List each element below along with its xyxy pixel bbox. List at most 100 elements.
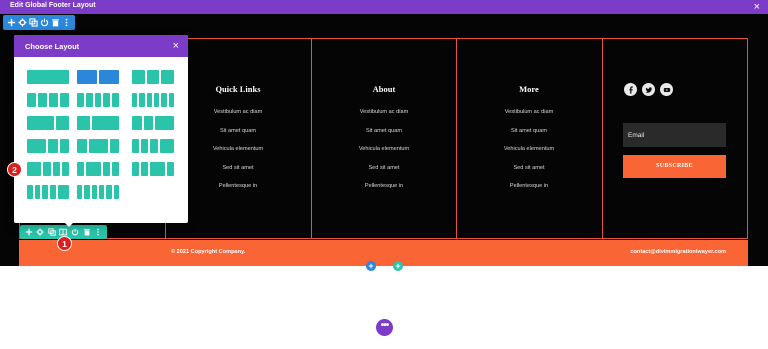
layout-column-block <box>112 93 119 107</box>
section-toolbar <box>3 15 75 30</box>
layout-column-block <box>161 93 167 107</box>
layout-column-block <box>146 93 152 107</box>
footer-link[interactable]: Sed sit amet <box>456 165 602 171</box>
footer-link[interactable]: Sit amet quam <box>311 128 457 134</box>
add-section-button[interactable]: + <box>366 261 376 271</box>
layout-option[interactable] <box>27 162 69 176</box>
layout-column-block <box>132 70 145 84</box>
more-vertical-icon[interactable] <box>94 228 103 237</box>
contact-email-link[interactable]: contact@divimmigrationlwayer.com <box>630 249 726 255</box>
layout-column-block <box>84 185 90 199</box>
plus-icon[interactable] <box>24 228 33 237</box>
add-row-button[interactable]: + <box>393 261 403 271</box>
modal-pointer <box>64 222 74 227</box>
choose-layout-modal: Choose Layout × <box>14 35 188 223</box>
column-title-more: More <box>519 84 539 94</box>
youtube-icon[interactable] <box>660 83 673 96</box>
gear-icon[interactable] <box>36 228 45 237</box>
layout-column-block <box>48 139 58 153</box>
layout-option[interactable] <box>77 116 119 130</box>
layout-column-block <box>159 139 174 153</box>
footer-link[interactable]: Vestibulum ac diam <box>456 109 602 115</box>
layout-column-block <box>86 162 101 176</box>
email-field[interactable] <box>623 123 726 147</box>
layout-option[interactable] <box>77 70 119 84</box>
more-vertical-icon[interactable] <box>62 18 71 27</box>
column-divider <box>456 38 457 239</box>
footer-link[interactable]: Pellentesque in <box>456 183 602 189</box>
layout-column-block <box>141 162 149 176</box>
modal-header: Choose Layout × <box>14 35 188 57</box>
layout-column-block <box>61 162 69 176</box>
layout-option[interactable] <box>27 70 69 84</box>
layout-option[interactable] <box>77 93 119 107</box>
layout-column-block <box>55 116 69 130</box>
layout-column-block <box>27 162 42 176</box>
layout-option[interactable] <box>77 139 119 153</box>
layout-column-block <box>77 70 97 84</box>
close-icon[interactable]: × <box>173 39 179 53</box>
layout-column-block <box>27 139 46 153</box>
layout-column-block <box>109 139 119 153</box>
layout-column-block <box>102 162 110 176</box>
layout-column-block <box>161 70 174 84</box>
gear-icon[interactable] <box>18 18 27 27</box>
layout-column-block <box>92 116 119 130</box>
layout-option[interactable] <box>132 70 174 84</box>
layout-column-block <box>94 93 102 107</box>
layout-column-block <box>50 185 56 199</box>
layout-column-block <box>132 139 140 153</box>
subscribe-button[interactable]: SUBSCRIBE <box>623 155 726 178</box>
layout-column-block <box>111 162 119 176</box>
footer-link[interactable]: Pellentesque in <box>311 183 457 189</box>
layout-column-block <box>103 93 111 107</box>
layout-option[interactable] <box>27 139 69 153</box>
layout-column-block <box>99 185 105 199</box>
layout-column-block <box>27 116 54 130</box>
layout-option[interactable] <box>132 162 174 176</box>
layout-column-block <box>27 70 69 84</box>
plus-icon[interactable] <box>7 18 16 27</box>
layout-column-block <box>77 116 91 130</box>
layout-column-block <box>77 162 85 176</box>
facebook-icon[interactable] <box>624 83 637 96</box>
step-marker-2: 2 <box>7 162 22 177</box>
copyright-bar: © 2021 Copyright Company. contact@divimm… <box>19 240 748 266</box>
duplicate-icon[interactable] <box>29 18 38 27</box>
power-icon[interactable] <box>40 18 49 27</box>
footer-link[interactable]: Sed sit amet <box>311 165 457 171</box>
trash-icon[interactable] <box>51 18 60 27</box>
twitter-icon[interactable] <box>642 83 655 96</box>
trash-icon[interactable] <box>82 228 91 237</box>
layout-column-block <box>59 139 69 153</box>
footer-link[interactable]: Vehicula elementum <box>311 146 457 152</box>
layout-column-block <box>27 185 33 199</box>
layout-option[interactable] <box>132 116 174 130</box>
footer-link[interactable]: Vestibulum ac diam <box>311 109 457 115</box>
power-icon[interactable] <box>71 228 80 237</box>
layout-option[interactable] <box>27 116 69 130</box>
layout-column-block <box>155 116 174 130</box>
layout-option[interactable] <box>27 185 69 199</box>
layout-column-block <box>27 93 36 107</box>
footer-link[interactable]: Vehicula elementum <box>456 146 602 152</box>
layout-column-block <box>146 70 160 84</box>
duplicate-icon[interactable] <box>47 228 56 237</box>
layout-column-block <box>132 93 138 107</box>
layout-column-block <box>60 93 69 107</box>
builder-menu-button[interactable]: ••• <box>376 319 393 336</box>
layout-column-block <box>168 93 174 107</box>
layout-column-block <box>77 185 83 199</box>
layout-option[interactable] <box>27 93 69 107</box>
close-icon[interactable]: × <box>754 0 760 14</box>
layout-option[interactable] <box>77 162 119 176</box>
layout-column-block <box>143 116 153 130</box>
title-bar: Edit Global Footer Layout × <box>0 0 768 14</box>
layout-column-block <box>106 185 112 199</box>
footer-link[interactable]: Sit amet quam <box>456 128 602 134</box>
layout-column-block <box>49 93 58 107</box>
layout-option[interactable] <box>132 139 174 153</box>
layout-column-block <box>141 139 149 153</box>
layout-option[interactable] <box>132 93 174 107</box>
layout-option[interactable] <box>77 185 119 199</box>
